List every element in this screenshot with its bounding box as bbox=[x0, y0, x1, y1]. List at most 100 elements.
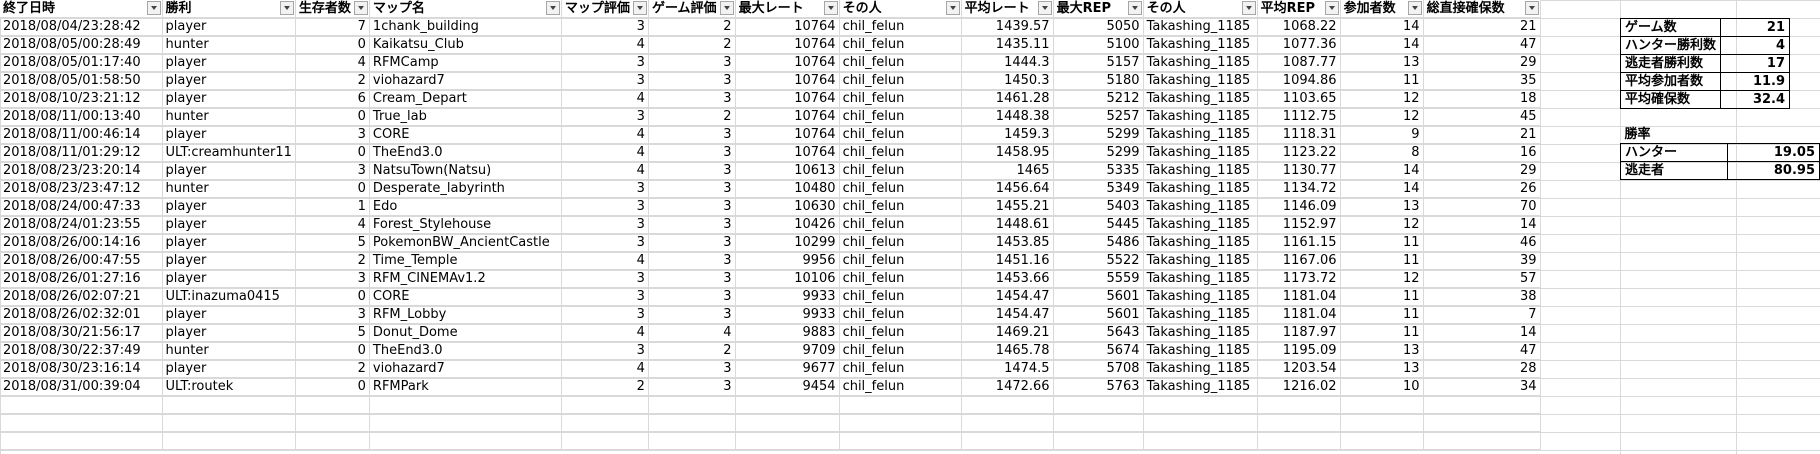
table-cell[interactable]: 1448.61 bbox=[961, 215, 1054, 234]
table-cell[interactable]: Takashing_1185 bbox=[1143, 35, 1258, 54]
table-cell[interactable]: chil_felun bbox=[839, 359, 962, 378]
table-cell[interactable]: 1173.72 bbox=[1257, 269, 1341, 288]
table-cell[interactable]: 11 bbox=[1340, 323, 1424, 342]
table-cell[interactable]: 13 bbox=[1340, 53, 1424, 72]
table-cell[interactable]: 1456.64 bbox=[961, 179, 1054, 198]
table-cell[interactable]: ULT:routek bbox=[162, 377, 296, 396]
table-cell[interactable]: 1453.66 bbox=[961, 269, 1054, 288]
table-cell[interactable]: 2 bbox=[648, 107, 736, 126]
table-cell[interactable]: 4 bbox=[561, 125, 649, 144]
column-header[interactable]: 終了日時 bbox=[0, 0, 163, 18]
table-cell[interactable]: 1459.3 bbox=[961, 125, 1054, 144]
empty-cell[interactable] bbox=[1053, 395, 1144, 414]
table-cell[interactable]: 2018/08/04/23:28:42 bbox=[0, 17, 163, 36]
table-cell[interactable]: player bbox=[162, 215, 296, 234]
table-cell[interactable]: 4 bbox=[561, 89, 649, 108]
table-cell[interactable]: 10764 bbox=[735, 143, 840, 162]
empty-cell[interactable] bbox=[0, 395, 163, 414]
table-cell[interactable]: chil_felun bbox=[839, 161, 962, 180]
table-cell[interactable]: 10764 bbox=[735, 89, 840, 108]
table-cell[interactable]: 1195.09 bbox=[1257, 341, 1341, 360]
empty-cell[interactable] bbox=[961, 395, 1054, 414]
win-rate-label[interactable]: 逃走者 bbox=[1619, 161, 1729, 180]
table-cell[interactable]: 3 bbox=[648, 269, 736, 288]
table-cell[interactable]: 39 bbox=[1423, 251, 1541, 270]
table-cell[interactable]: Takashing_1185 bbox=[1143, 197, 1258, 216]
table-cell[interactable]: 3 bbox=[648, 143, 736, 162]
table-cell[interactable]: 5157 bbox=[1053, 53, 1144, 72]
empty-cell[interactable] bbox=[1257, 431, 1341, 450]
table-cell[interactable]: 3 bbox=[561, 179, 649, 198]
table-cell[interactable]: 3 bbox=[648, 215, 736, 234]
column-header[interactable]: 総直接確保数 bbox=[1423, 0, 1541, 18]
table-cell[interactable]: Kaikatsu_Club bbox=[369, 35, 562, 54]
table-cell[interactable]: chil_felun bbox=[839, 269, 962, 288]
table-cell[interactable]: Takashing_1185 bbox=[1143, 89, 1258, 108]
empty-cell[interactable] bbox=[295, 431, 370, 450]
table-cell[interactable]: 3 bbox=[648, 251, 736, 270]
column-header[interactable]: 最大REP bbox=[1053, 0, 1144, 18]
table-cell[interactable]: 2 bbox=[295, 251, 370, 270]
table-cell[interactable]: chil_felun bbox=[839, 89, 962, 108]
win-rate-value[interactable]: 80.95 bbox=[1727, 161, 1820, 180]
column-header[interactable]: マップ名 bbox=[369, 0, 562, 18]
table-cell[interactable]: 3 bbox=[648, 53, 736, 72]
table-cell[interactable]: 10764 bbox=[735, 71, 840, 90]
table-cell[interactable]: 14 bbox=[1340, 179, 1424, 198]
table-cell[interactable]: 1187.97 bbox=[1257, 323, 1341, 342]
table-cell[interactable]: chil_felun bbox=[839, 215, 962, 234]
table-cell[interactable]: 2018/08/05/01:17:40 bbox=[0, 53, 163, 72]
table-cell[interactable]: 9454 bbox=[735, 377, 840, 396]
column-header[interactable]: 最大レート bbox=[735, 0, 840, 18]
table-cell[interactable]: 5601 bbox=[1053, 305, 1144, 324]
table-cell[interactable]: chil_felun bbox=[839, 305, 962, 324]
table-cell[interactable]: player bbox=[162, 305, 296, 324]
empty-cell[interactable] bbox=[1143, 395, 1258, 414]
table-cell[interactable]: 2018/08/11/01:29:12 bbox=[0, 143, 163, 162]
table-cell[interactable]: 57 bbox=[1423, 269, 1541, 288]
filter-dropdown-icon[interactable] bbox=[1524, 1, 1539, 15]
table-cell[interactable]: 10764 bbox=[735, 53, 840, 72]
table-cell[interactable]: 70 bbox=[1423, 197, 1541, 216]
table-cell[interactable]: TheEnd3.0 bbox=[369, 143, 562, 162]
table-cell[interactable]: 0 bbox=[295, 143, 370, 162]
table-cell[interactable]: CORE bbox=[369, 125, 562, 144]
table-cell[interactable]: 0 bbox=[295, 107, 370, 126]
table-cell[interactable]: 3 bbox=[648, 71, 736, 90]
table-cell[interactable]: 9933 bbox=[735, 305, 840, 324]
empty-cell[interactable] bbox=[0, 431, 163, 450]
table-cell[interactable]: 10630 bbox=[735, 197, 840, 216]
table-cell[interactable]: 3 bbox=[561, 107, 649, 126]
summary-value[interactable]: 21 bbox=[1720, 18, 1791, 37]
table-cell[interactable]: 1068.22 bbox=[1257, 17, 1341, 36]
table-cell[interactable]: 11 bbox=[1340, 71, 1424, 90]
table-cell[interactable]: hunter bbox=[162, 107, 296, 126]
table-cell[interactable]: 10299 bbox=[735, 233, 840, 252]
table-cell[interactable]: 8 bbox=[1340, 143, 1424, 162]
summary-label[interactable]: ゲーム数 bbox=[1619, 18, 1722, 37]
table-cell[interactable]: Takashing_1185 bbox=[1143, 341, 1258, 360]
table-cell[interactable]: chil_felun bbox=[839, 323, 962, 342]
table-cell[interactable]: 16 bbox=[1423, 143, 1541, 162]
table-cell[interactable]: chil_felun bbox=[839, 287, 962, 306]
table-cell[interactable]: 10764 bbox=[735, 17, 840, 36]
table-cell[interactable]: chil_felun bbox=[839, 197, 962, 216]
table-cell[interactable]: 2018/08/26/00:14:16 bbox=[0, 233, 163, 252]
table-cell[interactable]: 2 bbox=[561, 377, 649, 396]
table-cell[interactable]: 1448.38 bbox=[961, 107, 1054, 126]
table-cell[interactable]: 9956 bbox=[735, 251, 840, 270]
table-cell[interactable]: 14 bbox=[1340, 17, 1424, 36]
table-cell[interactable]: 3 bbox=[561, 215, 649, 234]
table-cell[interactable]: 11 bbox=[1340, 305, 1424, 324]
table-cell[interactable]: Takashing_1185 bbox=[1143, 377, 1258, 396]
table-cell[interactable]: 5349 bbox=[1053, 179, 1144, 198]
table-cell[interactable]: player bbox=[162, 323, 296, 342]
table-cell[interactable]: player bbox=[162, 233, 296, 252]
table-cell[interactable]: 14 bbox=[1423, 215, 1541, 234]
empty-cell[interactable] bbox=[1257, 395, 1341, 414]
table-cell[interactable]: player bbox=[162, 359, 296, 378]
empty-cell[interactable] bbox=[735, 431, 840, 450]
empty-cell[interactable] bbox=[839, 413, 962, 432]
table-cell[interactable]: 29 bbox=[1423, 53, 1541, 72]
table-cell[interactable]: Takashing_1185 bbox=[1143, 305, 1258, 324]
